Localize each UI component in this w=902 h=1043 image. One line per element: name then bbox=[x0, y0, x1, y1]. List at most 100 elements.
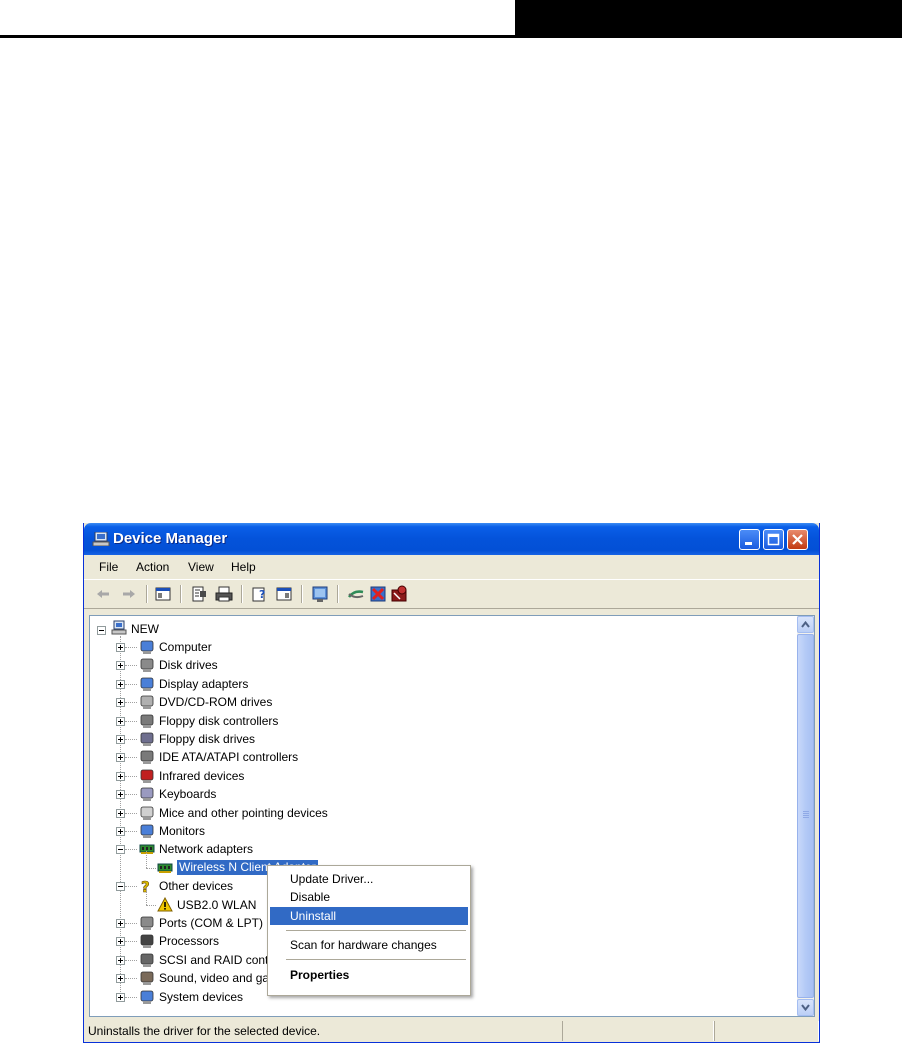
update-driver-icon[interactable] bbox=[347, 585, 365, 603]
expand-toggle[interactable] bbox=[116, 827, 125, 836]
close-button[interactable] bbox=[787, 529, 808, 550]
collapse-toggle[interactable] bbox=[116, 845, 125, 855]
scroll-down-button[interactable] bbox=[797, 999, 814, 1016]
maximize-icon bbox=[767, 533, 780, 546]
expand-toggle[interactable] bbox=[116, 716, 125, 726]
menu-disable[interactable]: Disable bbox=[270, 888, 468, 906]
tree-guide bbox=[125, 775, 137, 778]
maximize-button[interactable] bbox=[763, 529, 784, 550]
expand-toggle[interactable] bbox=[116, 790, 125, 800]
tree-guide bbox=[125, 702, 137, 704]
tree-guide bbox=[125, 959, 137, 962]
menu-properties[interactable]: Properties bbox=[270, 966, 468, 984]
console-tree-icon[interactable] bbox=[154, 585, 172, 603]
expand-toggle[interactable] bbox=[116, 992, 125, 1002]
disable-device-icon[interactable] bbox=[369, 585, 387, 603]
tree-guide bbox=[125, 720, 137, 723]
tree-guide bbox=[125, 665, 137, 667]
tree-guide bbox=[125, 812, 137, 815]
infrared-icon bbox=[140, 769, 154, 783]
expand-toggle[interactable] bbox=[116, 955, 125, 965]
expand-toggle[interactable] bbox=[116, 698, 125, 708]
status-panel bbox=[562, 1021, 714, 1041]
scsi-icon bbox=[140, 953, 154, 967]
collapse-toggle[interactable] bbox=[97, 626, 106, 635]
window-title: Device Manager bbox=[113, 530, 228, 547]
expand-toggle[interactable] bbox=[116, 643, 125, 652]
expand-toggle[interactable] bbox=[116, 679, 125, 689]
tree-guide bbox=[125, 683, 137, 686]
toolbar-separator bbox=[241, 585, 243, 603]
disk-drive-icon bbox=[140, 658, 154, 673]
expand-toggle[interactable] bbox=[116, 919, 125, 928]
scroll-up-button[interactable] bbox=[797, 616, 814, 633]
menu-action[interactable]: Action bbox=[136, 560, 169, 574]
computer-icon bbox=[140, 640, 154, 654]
back-arrow-icon[interactable] bbox=[94, 585, 112, 603]
expand-toggle[interactable] bbox=[116, 808, 125, 818]
expand-toggle[interactable] bbox=[116, 735, 125, 744]
tree-guide bbox=[125, 849, 137, 851]
action-pane-icon[interactable] bbox=[275, 585, 293, 603]
tree-guide bbox=[125, 757, 137, 759]
vertical-scrollbar[interactable] bbox=[797, 616, 814, 1016]
tree-guide bbox=[125, 886, 137, 888]
expand-toggle[interactable] bbox=[116, 753, 125, 763]
menu-bar: File Action View Help bbox=[84, 555, 819, 577]
toolbar-separator bbox=[301, 585, 303, 603]
help-icon[interactable]: ? bbox=[251, 585, 269, 603]
menu-file[interactable]: File bbox=[99, 560, 118, 574]
ide-controller-icon bbox=[140, 750, 154, 765]
properties-icon[interactable] bbox=[190, 585, 208, 603]
down-arrow-icon bbox=[801, 1004, 810, 1011]
toolbar: ? bbox=[84, 579, 819, 609]
menu-separator bbox=[286, 959, 466, 960]
menu-update-driver[interactable]: Update Driver... bbox=[270, 870, 468, 888]
network-card-icon bbox=[157, 863, 173, 873]
tree-guide bbox=[146, 887, 148, 905]
header-tab bbox=[515, 0, 902, 36]
tree-guide bbox=[146, 867, 156, 870]
status-text: Uninstalls the driver for the selected d… bbox=[88, 1024, 321, 1038]
scan-hardware-icon[interactable] bbox=[311, 585, 329, 603]
collapse-toggle[interactable] bbox=[116, 882, 125, 892]
toolbar-separator bbox=[146, 585, 148, 603]
dvd-drive-icon bbox=[140, 695, 154, 710]
toolbar-separator bbox=[180, 585, 182, 603]
tree-guide bbox=[146, 850, 148, 868]
uninstall-device-icon[interactable] bbox=[390, 585, 408, 603]
computer-icon bbox=[92, 532, 110, 546]
scroll-thumb[interactable] bbox=[797, 634, 814, 998]
svg-text:?: ? bbox=[259, 588, 265, 601]
forward-arrow-icon[interactable] bbox=[120, 585, 138, 603]
print-icon[interactable] bbox=[215, 585, 233, 603]
expand-toggle[interactable] bbox=[116, 771, 125, 781]
up-arrow-icon bbox=[801, 621, 810, 628]
menu-scan-hardware[interactable]: Scan for hardware changes bbox=[270, 936, 468, 954]
minimize-button[interactable] bbox=[739, 529, 760, 550]
tree-guide bbox=[125, 739, 137, 741]
expand-toggle[interactable] bbox=[116, 937, 125, 947]
tree-guide bbox=[125, 978, 137, 980]
close-icon bbox=[792, 534, 803, 545]
controller-icon bbox=[140, 714, 154, 728]
display-adapter-icon bbox=[140, 677, 154, 691]
tree-guide bbox=[146, 904, 156, 907]
expand-toggle[interactable] bbox=[116, 974, 125, 984]
minimize-icon bbox=[745, 542, 752, 545]
context-menu: Update Driver... Disable Uninstall Scan … bbox=[267, 865, 471, 996]
sound-icon bbox=[140, 971, 154, 986]
menu-help[interactable]: Help bbox=[231, 560, 256, 574]
expand-toggle[interactable] bbox=[116, 661, 125, 671]
tree-guide bbox=[125, 996, 137, 999]
title-bar[interactable]: Device Manager bbox=[84, 523, 819, 555]
menu-separator bbox=[286, 930, 466, 931]
tree-guide bbox=[125, 923, 137, 925]
tree-guide bbox=[125, 794, 137, 796]
tree-guide bbox=[125, 831, 137, 833]
menu-view[interactable]: View bbox=[188, 560, 214, 574]
tree-guide bbox=[125, 647, 137, 649]
status-bar: Uninstalls the driver for the selected d… bbox=[84, 1021, 819, 1042]
menu-uninstall[interactable]: Uninstall bbox=[270, 907, 468, 925]
floppy-drive-icon bbox=[140, 732, 154, 746]
